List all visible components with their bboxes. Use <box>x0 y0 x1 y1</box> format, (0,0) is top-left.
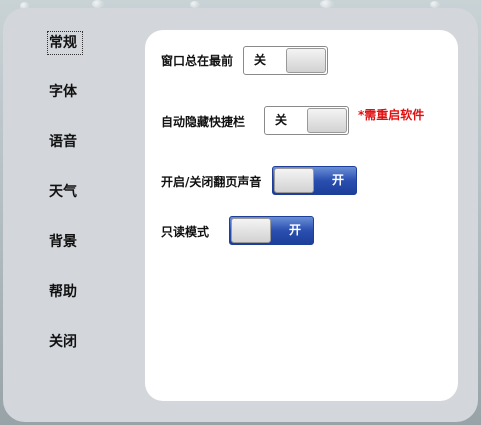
toggle-knob[interactable] <box>274 168 314 193</box>
toggle-knob[interactable] <box>307 108 347 133</box>
auto-hide-shortcut-label: 自动隐藏快捷栏 <box>161 115 246 129</box>
read-only-mode-toggle[interactable]: 开 <box>229 216 314 245</box>
always-on-top-label: 窗口总在最前 <box>161 54 234 68</box>
toggle-knob[interactable] <box>231 218 271 243</box>
background-droplet <box>320 0 334 8</box>
sidebar-item-font[interactable]: 字体 <box>49 82 81 102</box>
auto-hide-shortcut-toggle[interactable]: 关 <box>264 106 349 135</box>
background-droplet <box>92 0 104 8</box>
toggle-state-text: 开 <box>331 173 344 187</box>
sidebar-item-background[interactable]: 背景 <box>49 232 81 252</box>
page-turn-sound-label: 开启/关闭翻页声音 <box>161 175 262 189</box>
restart-required-note: *需重启软件 <box>358 108 425 122</box>
page-turn-sound-toggle[interactable]: 开 <box>272 166 357 195</box>
sidebar-item-general[interactable]: 常规 <box>47 31 83 55</box>
background-droplet <box>430 1 440 8</box>
toggle-knob[interactable] <box>286 48 326 73</box>
sidebar-item-help[interactable]: 帮助 <box>49 282 81 302</box>
toggle-state-text: 关 <box>254 53 267 67</box>
sidebar-item-weather[interactable]: 天气 <box>49 182 81 202</box>
read-only-mode-label: 只读模式 <box>161 225 210 239</box>
toggle-state-text: 开 <box>288 223 301 237</box>
toggle-state-text: 关 <box>275 113 288 127</box>
background-droplet <box>190 1 200 8</box>
always-on-top-toggle[interactable]: 关 <box>243 46 328 75</box>
sidebar-item-close[interactable]: 关闭 <box>49 332 81 352</box>
sidebar-item-voice[interactable]: 语音 <box>49 132 81 152</box>
